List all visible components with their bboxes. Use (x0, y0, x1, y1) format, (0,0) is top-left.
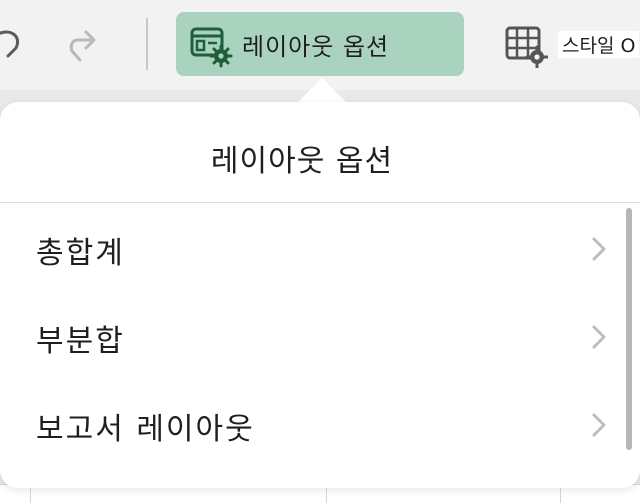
menu-item-label: 보고서 레이아웃 (36, 412, 255, 447)
popover-pointer (296, 78, 348, 104)
toolbar-divider (146, 18, 148, 70)
menu-item-subtotals[interactable]: 부분합 (0, 292, 616, 380)
chevron-right-icon (592, 325, 606, 349)
layout-options-icon (190, 27, 233, 68)
menu-item-label: 부분합 (36, 324, 125, 359)
table-style-label[interactable]: 스타일 O (558, 31, 640, 58)
layout-options-label: 레이아웃 옵션 (242, 33, 390, 61)
popover-title: 레이아웃 옵션 (210, 144, 394, 179)
layout-options-button[interactable]: 레이아웃 옵션 (176, 12, 464, 76)
popover-scrollbar[interactable] (626, 208, 632, 450)
menu-item-label: 총합계 (36, 236, 125, 271)
chevron-right-icon (592, 413, 606, 437)
redo-icon[interactable] (64, 24, 104, 64)
undo-icon[interactable] (0, 22, 26, 62)
menu-item-report-layout[interactable]: 보고서 레이아웃 (0, 380, 616, 468)
layout-options-popover: 레이아웃 옵션 총합계 부분합 보고서 레이아웃 (0, 102, 640, 488)
popover-divider (0, 202, 640, 203)
table-style-icon[interactable] (504, 24, 548, 68)
menu-item-grand-totals[interactable]: 총합계 (0, 204, 616, 292)
ribbon-toolbar: 레이아웃 옵션 스타일 O (0, 0, 640, 90)
chevron-right-icon (592, 237, 606, 261)
